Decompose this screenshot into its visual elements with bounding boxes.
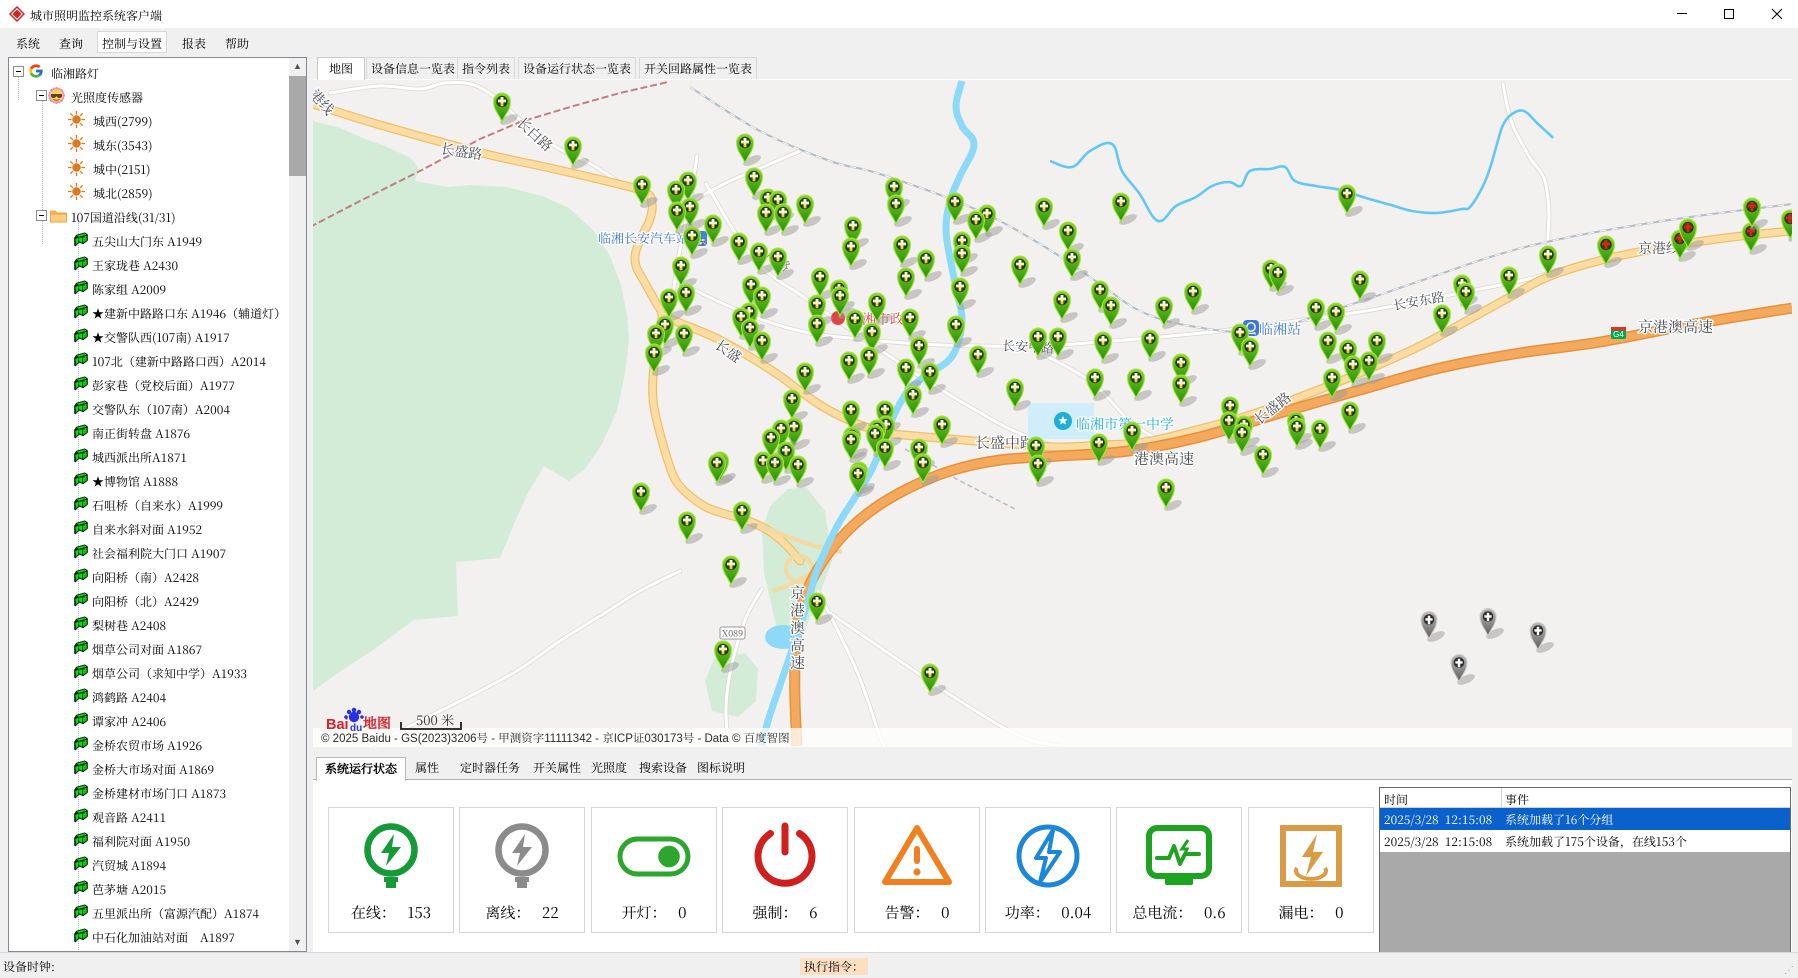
svg-text:© 2025 Baidu - GS(2023)3206号 -: © 2025 Baidu - GS(2023)3206号 - 甲测资字11111… — [321, 732, 790, 745]
svg-text:X089: X089 — [722, 627, 743, 640]
svg-text:长盛中路: 长盛中路 — [975, 432, 1035, 453]
svg-text:京港澳高速: 京港澳高速 — [1638, 316, 1713, 337]
svg-text:临湘站: 临湘站 — [1259, 319, 1301, 339]
svg-text:du: du — [350, 723, 362, 734]
svg-text:Bai: Bai — [326, 717, 349, 733]
svg-text:港澳高速: 港澳高速 — [1134, 448, 1194, 469]
svg-text:速: 速 — [790, 652, 805, 673]
svg-text:500 米: 500 米 — [416, 710, 454, 729]
svg-text:地图: 地图 — [363, 713, 391, 733]
svg-text:G4: G4 — [1613, 330, 1624, 339]
